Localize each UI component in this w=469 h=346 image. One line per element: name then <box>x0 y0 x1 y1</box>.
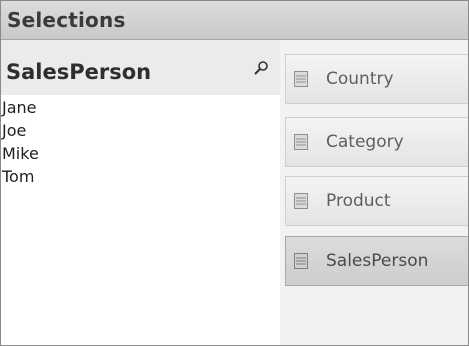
salesperson-listbox: SalesPerson Jane Joe Mike Tom <box>1 40 280 345</box>
field-label: Country <box>326 69 394 89</box>
list-icon <box>294 71 308 87</box>
field-label: Product <box>326 191 391 211</box>
list-item[interactable]: Tom <box>1 165 280 188</box>
list-icon <box>294 134 308 150</box>
list-item[interactable]: Mike <box>1 142 280 165</box>
list-icon <box>294 253 308 269</box>
list-item[interactable]: Joe <box>1 119 280 142</box>
field-label: SalesPerson <box>326 251 429 271</box>
field-button-category[interactable]: Category <box>285 117 468 167</box>
field-button-product[interactable]: Product <box>285 176 468 226</box>
field-label: Category <box>326 132 404 152</box>
listbox-items: Jane Joe Mike Tom <box>1 96 280 188</box>
field-buttons-pane: Country Category Product SalesPerson <box>280 40 468 345</box>
selections-panel: Selections SalesPerson Jane Joe Mike Tom <box>0 0 469 346</box>
list-icon <box>294 193 308 209</box>
panel-title-bar: Selections <box>1 1 468 40</box>
panel-title: Selections <box>7 8 126 32</box>
listbox-title: SalesPerson <box>6 60 152 84</box>
list-item[interactable]: Jane <box>1 96 280 119</box>
field-button-salesperson[interactable]: SalesPerson <box>285 236 468 286</box>
field-button-country[interactable]: Country <box>285 54 468 104</box>
search-icon[interactable] <box>253 60 269 76</box>
listbox-header: SalesPerson <box>1 40 280 95</box>
